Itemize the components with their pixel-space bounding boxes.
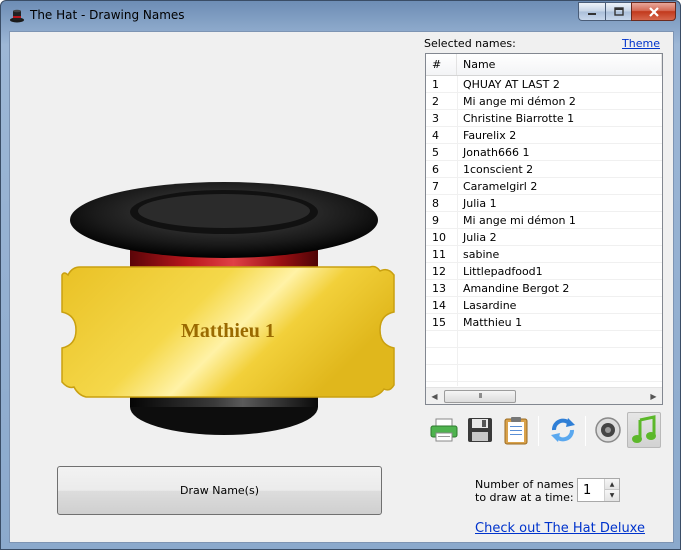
printer-icon	[430, 418, 458, 442]
list-item-number: 11	[432, 248, 446, 261]
list-item-number: 1	[432, 78, 439, 91]
list-item-name: Mi ange mi démon 2	[463, 95, 576, 108]
minimize-button[interactable]	[578, 2, 605, 21]
list-item[interactable]: 5 Jonath666 1	[426, 144, 662, 161]
list-item-name: Julia 2	[463, 231, 497, 244]
scroll-thumb[interactable]: III	[444, 389, 516, 403]
stepper-up-icon[interactable]: ▲	[605, 479, 619, 490]
list-item-name: Faurelix 2	[463, 129, 517, 142]
list-item-number: 3	[432, 112, 439, 125]
list-item-name: Caramelgirl 2	[463, 180, 538, 193]
clipboard-icon	[504, 417, 528, 445]
horizontal-scrollbar[interactable]: ◀ III ▶	[426, 387, 662, 404]
list-header: # Name	[426, 54, 662, 76]
list-item-number: 9	[432, 214, 439, 227]
hat-illustration: Matthieu 1	[61, 182, 395, 435]
list-empty-row	[426, 331, 662, 348]
music-note-icon	[632, 415, 656, 443]
window-title: The Hat - Drawing Names	[30, 8, 185, 22]
list-item-name: Christine Biarrotte 1	[463, 112, 575, 125]
number-to-draw-stepper[interactable]: 1 ▲ ▼	[577, 478, 620, 502]
print-button[interactable]	[427, 412, 461, 448]
list-item[interactable]: 11 sabine	[426, 246, 662, 263]
refresh-icon	[551, 418, 575, 442]
scroll-left-icon[interactable]: ◀	[426, 388, 443, 405]
list-item-number: 6	[432, 163, 439, 176]
music-toggle-button[interactable]	[627, 412, 661, 448]
toolbar	[425, 412, 665, 450]
ticket-name: Matthieu 1	[181, 320, 275, 342]
list-item[interactable]: 15 Matthieu 1	[426, 314, 662, 331]
speaker-icon	[595, 417, 621, 443]
list-item-name: QHUAY AT LAST 2	[463, 78, 560, 91]
list-item[interactable]: 10 Julia 2	[426, 229, 662, 246]
list-body: 1 QHUAY AT LAST 2 2 Mi ange mi démon 2 3 Chri…	[426, 76, 662, 386]
list-empty-row	[426, 365, 662, 382]
list-item-number: 7	[432, 180, 439, 193]
list-item[interactable]: 1 QHUAY AT LAST 2	[426, 76, 662, 93]
scroll-right-icon[interactable]: ▶	[645, 388, 662, 405]
list-item-name: 1conscient 2	[463, 163, 534, 176]
column-header-name[interactable]: Name	[457, 54, 662, 75]
theme-link[interactable]: Theme	[622, 37, 660, 50]
list-item-name: Amandine Bergot 2	[463, 282, 570, 295]
list-item-name: Matthieu 1	[463, 316, 523, 329]
list-item-number: 14	[432, 299, 446, 312]
list-item[interactable]: 9 Mi ange mi démon 1	[426, 212, 662, 229]
list-item[interactable]: 14 Lasardine	[426, 297, 662, 314]
maximize-icon	[613, 7, 624, 16]
list-item-number: 8	[432, 197, 439, 210]
number-to-draw-label-line2: to draw at a time:	[475, 491, 574, 504]
sound-button[interactable]	[591, 412, 625, 448]
selected-names-list[interactable]: # Name 1 QHUAY AT LAST 2 2 Mi ange mi démon…	[425, 53, 663, 405]
list-item-number: 10	[432, 231, 446, 244]
save-icon	[468, 418, 492, 442]
list-item[interactable]: 7 Caramelgirl 2	[426, 178, 662, 195]
list-item[interactable]: 13 Amandine Bergot 2	[426, 280, 662, 297]
number-to-draw-label: Number of names to draw at a time:	[475, 478, 574, 504]
list-item[interactable]: 4 Faurelix 2	[426, 127, 662, 144]
draw-names-button[interactable]: Draw Name(s)	[57, 466, 382, 515]
close-button[interactable]	[631, 2, 676, 21]
copy-button[interactable]	[499, 412, 533, 448]
list-item[interactable]: 3 Christine Biarrotte 1	[426, 110, 662, 127]
list-item-number: 13	[432, 282, 446, 295]
list-item-number: 4	[432, 129, 439, 142]
list-item[interactable]: 6 1conscient 2	[426, 161, 662, 178]
column-header-number[interactable]: #	[426, 54, 457, 75]
save-button[interactable]	[463, 412, 497, 448]
stepper-buttons: ▲ ▼	[604, 479, 619, 501]
number-to-draw-label-line1: Number of names	[475, 478, 574, 491]
reset-button[interactable]	[546, 412, 580, 448]
window-controls	[578, 2, 676, 22]
list-item-name: Littlepadfood1	[463, 265, 543, 278]
close-icon	[648, 6, 659, 17]
list-item[interactable]: 8 Julia 1	[426, 195, 662, 212]
list-item-name: sabine	[463, 248, 500, 261]
stepper-down-icon[interactable]: ▼	[605, 490, 619, 501]
list-item-name: Julia 1	[463, 197, 497, 210]
list-item[interactable]: 2 Mi ange mi démon 2	[426, 93, 662, 110]
selected-names-label: Selected names:	[424, 37, 516, 50]
list-empty-row	[426, 348, 662, 365]
scroll-track[interactable]: III	[443, 388, 645, 405]
deluxe-link[interactable]: Check out The Hat Deluxe	[475, 521, 645, 536]
list-item[interactable]: 12 Littlepadfood1	[426, 263, 662, 280]
list-item-number: 2	[432, 95, 439, 108]
list-item-number: 15	[432, 316, 446, 329]
hat-app-icon	[10, 9, 24, 23]
toolbar-separator	[538, 416, 539, 446]
title-bar[interactable]: The Hat - Drawing Names	[1, 1, 680, 31]
list-item-number: 5	[432, 146, 439, 159]
list-item-name: Mi ange mi démon 1	[463, 214, 576, 227]
minimize-icon	[588, 12, 596, 15]
toolbar-separator	[585, 416, 586, 446]
maximize-button[interactable]	[605, 2, 631, 21]
list-item-number: 12	[432, 265, 446, 278]
app-window: The Hat - Drawing Names Matthieu 1 Selec…	[0, 0, 681, 550]
list-item-name: Jonath666 1	[463, 146, 530, 159]
client-area: Matthieu 1 Selected names: Theme # Name …	[9, 31, 674, 543]
number-to-draw-value[interactable]: 1	[583, 483, 591, 498]
list-item-name: Lasardine	[463, 299, 517, 312]
